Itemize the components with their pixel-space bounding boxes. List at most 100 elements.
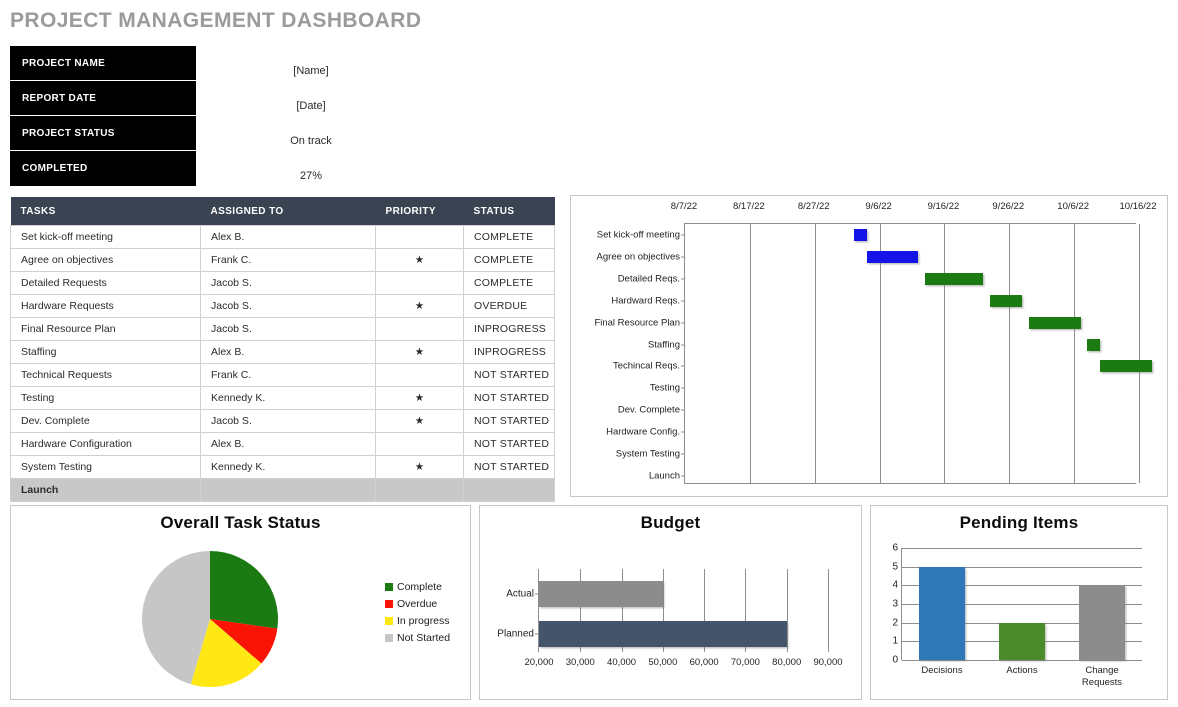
cell-priority: ★ [376, 456, 464, 479]
table-row: Technical RequestsFrank C.NOT STARTED [11, 364, 555, 387]
legend-item-0: Complete [385, 578, 450, 595]
budget-axis-tick [535, 633, 539, 634]
gantt-row-tick [681, 344, 685, 345]
budget-plot-area: 20,00030,00040,00050,00060,00070,00080,0… [538, 569, 828, 652]
gantt-axis-dates: 8/7/228/17/228/27/229/6/229/16/229/26/22… [571, 201, 1167, 217]
pending-bar-0 [919, 567, 965, 660]
cell-status: INPROGRESS [464, 341, 555, 364]
gantt-row-label-9: Hardware Config. [606, 427, 680, 438]
cell-task: Detailed Requests [11, 272, 201, 295]
cell-priority [376, 318, 464, 341]
gantt-bar-4 [1029, 317, 1081, 329]
column-header-status: STATUS [464, 197, 555, 226]
pending-gridline [902, 660, 1142, 661]
table-row: Agree on objectivesFrank C.★COMPLETE [11, 249, 555, 272]
project-info-labels: PROJECT NAMEREPORT DATEPROJECT STATUSCOM… [10, 46, 196, 186]
cell-assigned: Alex B. [201, 341, 376, 364]
cell-assigned: Jacob S. [201, 295, 376, 318]
column-header-tasks: TASKS [11, 197, 201, 226]
dashboard-page: PROJECT MANAGEMENT DASHBOARD PROJECT NAM… [0, 0, 1178, 707]
legend-label: In progress [397, 615, 450, 627]
pending-bar-1 [999, 623, 1045, 660]
tasks-table-body: Set kick-off meetingAlex B.COMPLETEAgree… [11, 226, 555, 502]
gantt-bar-1 [867, 251, 919, 263]
cell-assigned: Jacob S. [201, 272, 376, 295]
budget-tick-label-0: 20,000 [524, 657, 553, 668]
legend-swatch-0 [385, 583, 393, 591]
table-row: Dev. CompleteJacob S.★NOT STARTED [11, 410, 555, 433]
gantt-row-label-8: Dev. Complete [618, 405, 680, 416]
gantt-row-tick [681, 432, 685, 433]
gantt-date-3: 9/6/22 [865, 201, 891, 212]
column-header-assigned-to: ASSIGNED TO [201, 197, 376, 226]
tasks-table-header-row: TASKS ASSIGNED TO PRIORITY STATUS [11, 197, 555, 226]
gantt-row-label-6: Techincal Reqs. [613, 361, 680, 372]
cell-task: System Testing [11, 456, 201, 479]
cell-task: Agree on objectives [11, 249, 201, 272]
cell-priority: ★ [376, 387, 464, 410]
budget-chart-panel: Budget 20,00030,00040,00050,00060,00070,… [479, 505, 862, 700]
legend-item-2: In progress [385, 612, 450, 629]
gantt-date-5: 9/26/22 [992, 201, 1024, 212]
gantt-gridline [750, 224, 751, 483]
pie-chart [139, 548, 289, 690]
cell-assigned: Jacob S. [201, 318, 376, 341]
pending-x-label-1: Actions [991, 665, 1053, 677]
table-row: Hardware RequestsJacob S.★OVERDUE [11, 295, 555, 318]
pending-bar-2 [1079, 585, 1125, 660]
budget-bar-planned [539, 621, 787, 647]
budget-tick-label-7: 90,000 [813, 657, 842, 668]
gantt-row-tick [681, 366, 685, 367]
gantt-plot-area: Set kick-off meetingAgree on objectivesD… [684, 223, 1136, 484]
budget-bar-actual [539, 581, 663, 607]
cell-status: NOT STARTED [464, 410, 555, 433]
budget-tick-label-6: 80,000 [772, 657, 801, 668]
cell-priority: ★ [376, 249, 464, 272]
pending-y-label-0: 0 [892, 655, 898, 666]
gantt-date-7: 10/16/22 [1120, 201, 1157, 212]
pending-y-label-3: 3 [892, 599, 898, 610]
pie-chart-legend: CompleteOverdueIn progressNot Started [385, 578, 450, 646]
table-row: System TestingKennedy K.★NOT STARTED [11, 456, 555, 479]
table-row: TestingKennedy K.★NOT STARTED [11, 387, 555, 410]
tasks-table: TASKS ASSIGNED TO PRIORITY STATUS Set ki… [10, 197, 555, 502]
gantt-row-label-11: Launch [649, 471, 680, 482]
pending-y-label-1: 1 [892, 636, 898, 647]
legend-swatch-3 [385, 634, 393, 642]
gantt-row-label-1: Agree on objectives [597, 251, 680, 262]
gantt-row-tick [681, 388, 685, 389]
cell-assigned: Alex B. [201, 226, 376, 249]
budget-tick-label-2: 40,000 [607, 657, 636, 668]
cell-assigned: Jacob S. [201, 410, 376, 433]
gantt-gridline [815, 224, 816, 483]
gantt-chart-panel: 8/7/228/17/228/27/229/6/229/16/229/26/22… [570, 195, 1168, 497]
gantt-row-label-5: Staffing [648, 339, 680, 350]
gantt-bar-5 [1087, 339, 1100, 351]
info-label-0: PROJECT NAME [10, 46, 196, 81]
cell-task: Set kick-off meeting [11, 226, 201, 249]
pending-gridline [902, 548, 1142, 549]
budget-chart-title: Budget [480, 513, 861, 533]
pending-plot-area: 0123456DecisionsActionsChange Requests [901, 548, 1142, 660]
budget-gridline [828, 569, 829, 652]
cell-status: NOT STARTED [464, 387, 555, 410]
budget-tick-label-1: 30,000 [566, 657, 595, 668]
info-value-3: 27% [196, 151, 426, 186]
gantt-row-label-7: Testing [650, 383, 680, 394]
table-row: Detailed RequestsJacob S.COMPLETE [11, 272, 555, 295]
cell-task: Staffing [11, 341, 201, 364]
cell-task: Technical Requests [11, 364, 201, 387]
cell-assigned: Frank C. [201, 249, 376, 272]
cell-priority: ★ [376, 341, 464, 364]
cell-status: NOT STARTED [464, 364, 555, 387]
project-info-values: [Name][Date]On track27% [196, 46, 426, 186]
cell-task: Testing [11, 387, 201, 410]
pending-x-label-2: Change Requests [1071, 665, 1133, 689]
cell-priority: ★ [376, 295, 464, 318]
gantt-date-4: 9/16/22 [928, 201, 960, 212]
gantt-date-1: 8/17/22 [733, 201, 765, 212]
gantt-bar-2 [925, 273, 983, 285]
info-label-2: PROJECT STATUS [10, 116, 196, 151]
cell-status: OVERDUE [464, 295, 555, 318]
cell-assigned: Kennedy K. [201, 387, 376, 410]
